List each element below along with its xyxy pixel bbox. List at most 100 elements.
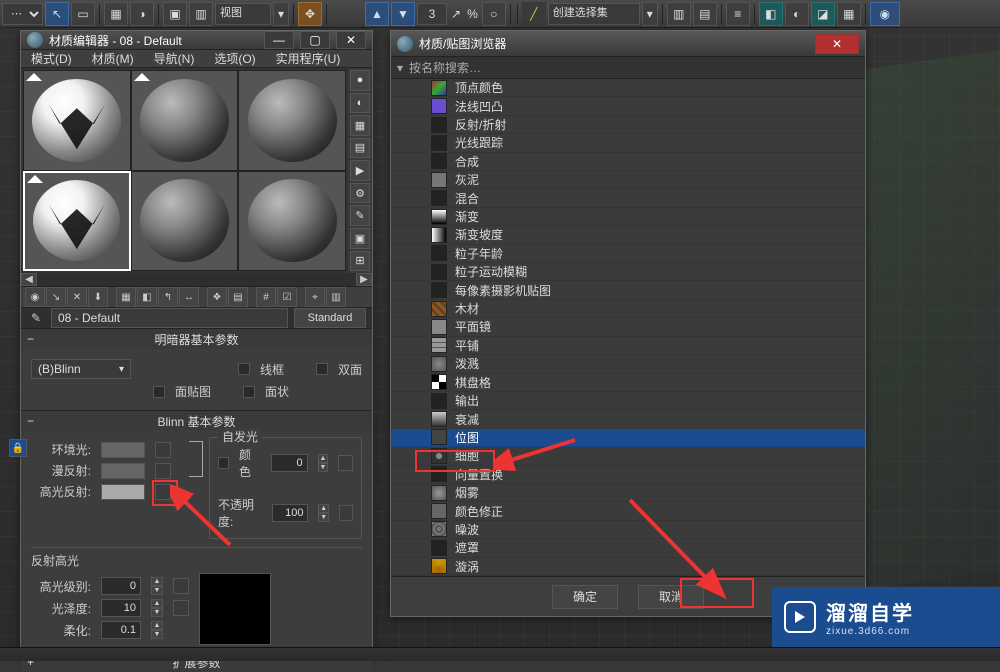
- scrollbar[interactable]: [37, 273, 356, 286]
- minimize-button[interactable]: —: [264, 31, 294, 49]
- spec-level-map-slot[interactable]: [173, 578, 189, 594]
- diffuse-color[interactable]: [101, 463, 145, 479]
- map-item[interactable]: 平铺: [391, 337, 865, 355]
- map-item[interactable]: 粒子年龄: [391, 245, 865, 263]
- map-item[interactable]: 每像素摄影机贴图: [391, 281, 865, 299]
- get-material-icon[interactable]: ◉: [25, 287, 45, 307]
- sample-uv-icon[interactable]: ▤: [350, 138, 370, 159]
- map-item[interactable]: 平面镜: [391, 318, 865, 336]
- map-item[interactable]: 顶点颜色: [391, 79, 865, 97]
- material-id-icon[interactable]: #: [256, 287, 276, 307]
- plus-icon[interactable]: ▲: [365, 2, 389, 26]
- gloss-map-slot[interactable]: [173, 600, 189, 616]
- view-dropdown[interactable]: 视图 ▾: [215, 2, 289, 26]
- wireframe-checkbox[interactable]: [238, 363, 250, 375]
- sample-type-icon[interactable]: ▣: [350, 228, 370, 249]
- put-to-library-icon[interactable]: ▤: [228, 287, 248, 307]
- assign-icon[interactable]: ↘: [46, 287, 66, 307]
- map-item[interactable]: 遮罩: [391, 539, 865, 557]
- close-button[interactable]: ✕: [336, 31, 366, 49]
- move-icon[interactable]: ✥: [298, 2, 322, 26]
- dropdown-icon[interactable]: ▾: [642, 2, 658, 26]
- scroll-right-icon[interactable]: ▶: [356, 273, 372, 286]
- maximize-button[interactable]: ▢: [300, 31, 330, 49]
- spinner[interactable]: 3: [417, 3, 447, 25]
- show-map-icon[interactable]: ▦: [116, 287, 136, 307]
- map-item[interactable]: 混合: [391, 189, 865, 207]
- ok-button[interactable]: 确定: [552, 585, 618, 609]
- window-select-icon[interactable]: ▣: [163, 2, 187, 26]
- timeline[interactable]: [0, 647, 1000, 661]
- ambient-color[interactable]: [101, 442, 145, 458]
- sample-wand-icon[interactable]: ✎: [350, 205, 370, 226]
- material-type-button[interactable]: Standard: [294, 308, 366, 328]
- map-item[interactable]: 泼溅: [391, 355, 865, 373]
- menu-material[interactable]: 材质(M): [82, 50, 144, 67]
- reset-icon[interactable]: ✕: [67, 287, 87, 307]
- sample-checker-icon[interactable]: ▦: [350, 115, 370, 136]
- sample-options-icon[interactable]: ⚙: [350, 183, 370, 204]
- minus-icon[interactable]: ▼: [391, 2, 415, 26]
- map-item[interactable]: 漩涡: [391, 558, 865, 576]
- menu-utilities[interactable]: 实用程序(U): [266, 50, 351, 67]
- shader-combo[interactable]: (B)Blinn: [31, 359, 131, 379]
- facemap-checkbox[interactable]: [153, 386, 165, 398]
- select-rect-icon[interactable]: ▭: [71, 2, 95, 26]
- eyedropper-icon[interactable]: ✎: [27, 309, 45, 327]
- schematic-icon[interactable]: ◧: [759, 2, 783, 26]
- show-end-result-icon[interactable]: ◧: [137, 287, 157, 307]
- specular-color[interactable]: [101, 484, 145, 500]
- render-icon[interactable]: ◉: [870, 2, 900, 26]
- map-item[interactable]: 渐变: [391, 208, 865, 226]
- search-row[interactable]: ▾ 按名称搜索…: [391, 57, 865, 79]
- selfillum-map-slot[interactable]: [338, 455, 353, 471]
- map-item[interactable]: 灰泥: [391, 171, 865, 189]
- mirror-icon[interactable]: ▥: [667, 2, 691, 26]
- map-item[interactable]: 木材: [391, 300, 865, 318]
- sample-slot[interactable]: [238, 171, 346, 272]
- rollout-shader[interactable]: − 明暗器基本参数: [21, 329, 372, 349]
- map-item[interactable]: 光线跟踪: [391, 134, 865, 152]
- align-icon[interactable]: ▤: [693, 2, 717, 26]
- selfillum-color-checkbox[interactable]: [218, 457, 229, 469]
- sample-slot[interactable]: [23, 70, 131, 171]
- map-item[interactable]: 渐变坡度: [391, 226, 865, 244]
- menu-mode[interactable]: 模式(D): [21, 50, 82, 67]
- sample-count-icon[interactable]: ⊞: [350, 251, 370, 272]
- slash-icon[interactable]: ╱: [522, 2, 546, 26]
- sample-slot[interactable]: [131, 70, 239, 171]
- twosided-checkbox[interactable]: [316, 363, 328, 375]
- sample-sphere-icon[interactable]: ●: [350, 70, 370, 91]
- close-button[interactable]: ✕: [815, 34, 859, 54]
- menu-options[interactable]: 选项(O): [204, 50, 265, 67]
- paint-select-icon[interactable]: ◑: [130, 2, 154, 26]
- faceted-checkbox[interactable]: [243, 386, 255, 398]
- sample-video-icon[interactable]: ▶: [350, 160, 370, 181]
- crossing-select-icon[interactable]: ▥: [189, 2, 213, 26]
- sample-slot-selected[interactable]: [23, 171, 131, 272]
- sample-light-icon[interactable]: ◐: [350, 93, 370, 114]
- spinner-arrows[interactable]: ▲▼: [151, 621, 163, 639]
- selfillum-spinner[interactable]: 0: [271, 454, 308, 472]
- diffuse-map-slot[interactable]: [155, 463, 171, 479]
- map-item[interactable]: 向量置换: [391, 466, 865, 484]
- soften-spinner[interactable]: 0.1: [101, 621, 141, 639]
- make-unique-icon[interactable]: ❖: [207, 287, 227, 307]
- selection-set-combo[interactable]: 创建选择集: [548, 3, 640, 25]
- map-item[interactable]: 噪波: [391, 521, 865, 539]
- spinner-arrows[interactable]: ▲▼: [151, 577, 163, 595]
- spinner-arrows[interactable]: ▲▼: [151, 599, 163, 617]
- filter-icon[interactable]: ▦: [104, 2, 128, 26]
- opacity-map-slot[interactable]: [339, 505, 353, 521]
- map-item[interactable]: 细胞: [391, 447, 865, 465]
- sample-slot[interactable]: [131, 171, 239, 272]
- dropdown[interactable]: ⋯: [2, 3, 43, 25]
- spec-level-spinner[interactable]: 0: [101, 577, 141, 595]
- select-cursor-icon[interactable]: ↖: [45, 2, 69, 26]
- spinner-arrows[interactable]: ▲▼: [318, 504, 328, 522]
- map-item[interactable]: 衰减: [391, 410, 865, 428]
- opacity-spinner[interactable]: 100: [272, 504, 308, 522]
- map-item[interactable]: 位图: [391, 429, 865, 447]
- scroll-left-icon[interactable]: ◀: [21, 273, 37, 286]
- pick-icon[interactable]: ⌖: [305, 287, 325, 307]
